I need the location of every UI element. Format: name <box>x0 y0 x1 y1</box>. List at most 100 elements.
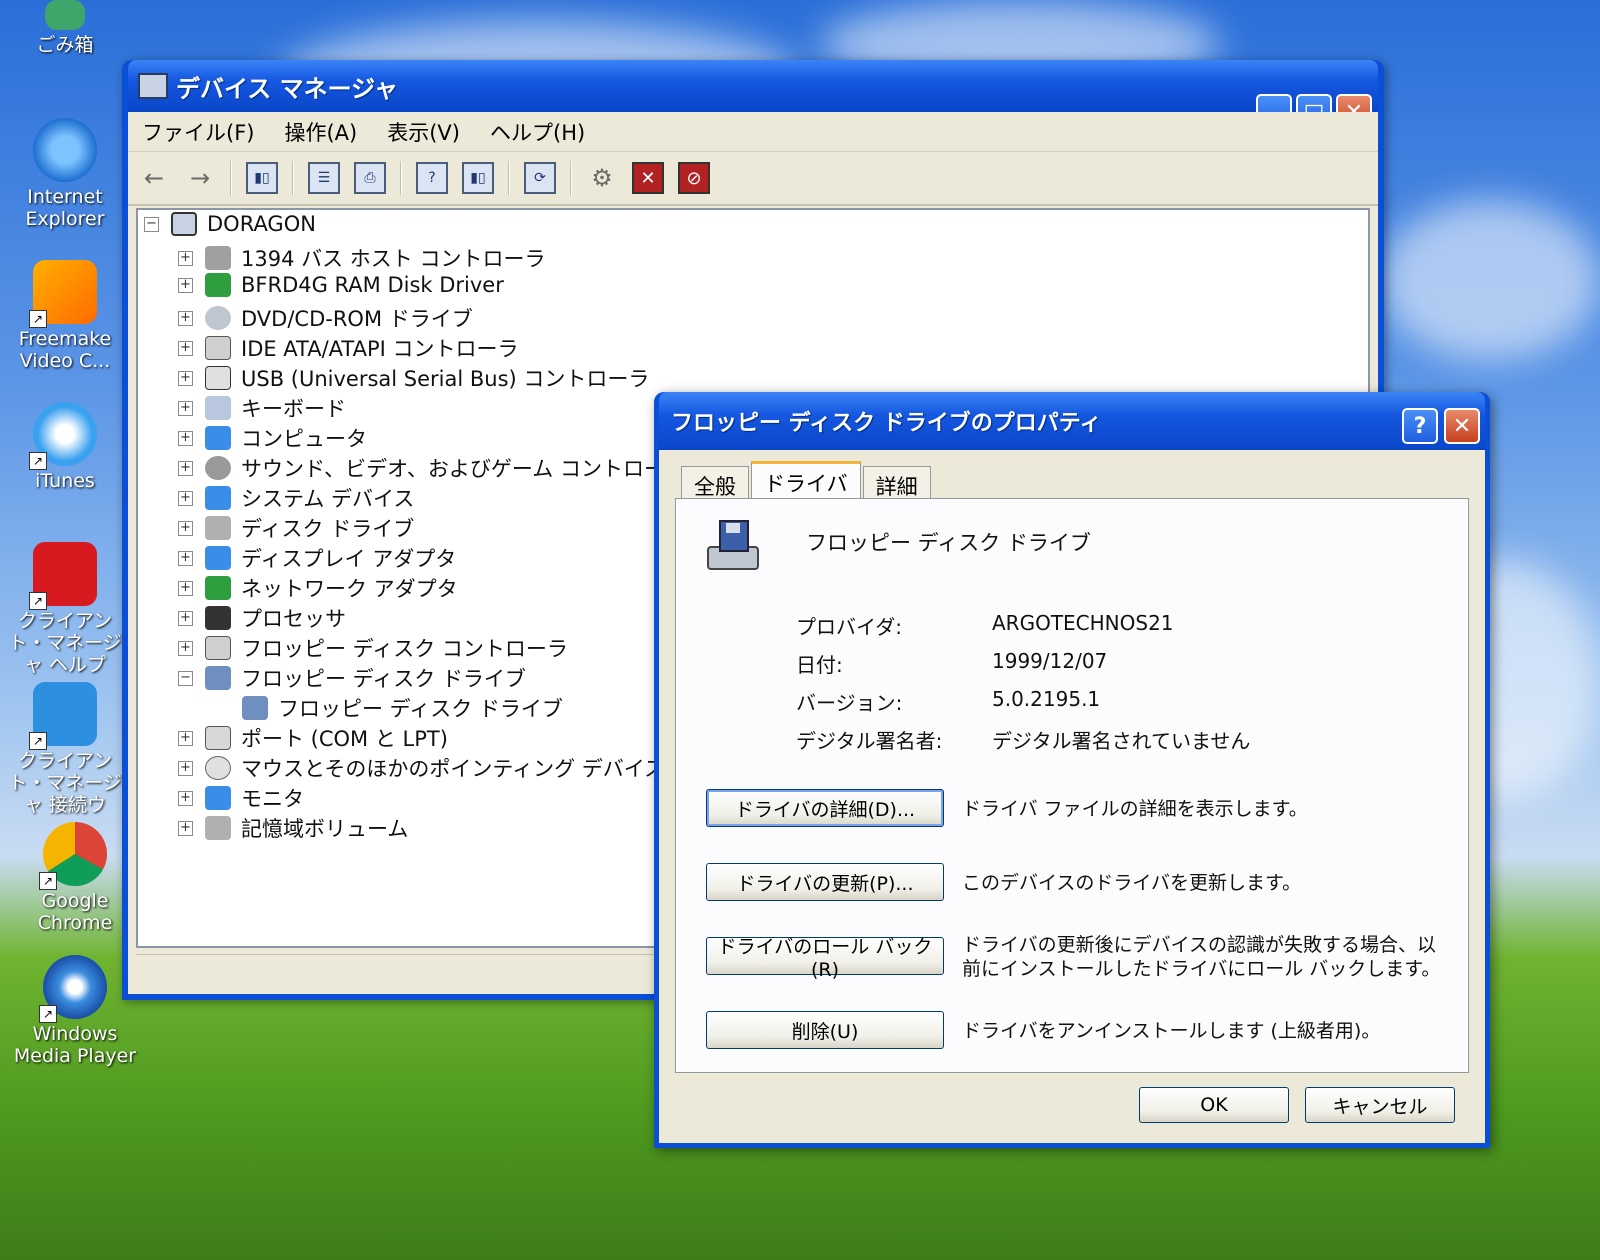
rollback-driver-button[interactable]: ドライバのロール バック(R) <box>706 936 944 981</box>
device-manager-icon <box>138 73 168 99</box>
tree-item[interactable]: − フロッピー ディスク ドライブ <box>178 663 526 693</box>
desktop-icon-label: クライアント・マネージャ ヘルプ <box>8 610 122 676</box>
dialog-titlebar[interactable]: フロッピー ディスク ドライブのプロパティ <box>659 392 1485 450</box>
expand-icon[interactable]: + <box>178 520 193 536</box>
rollback-driver-desc: ドライバの更新後にデバイスの認識が失敗する場合、以前にインストールしたドライバに… <box>962 934 1441 980</box>
tree-item[interactable]: + USB (Universal Serial Bus) コントローラ <box>178 363 649 393</box>
expand-icon[interactable]: + <box>178 430 193 446</box>
tree-item-label: フロッピー ディスク ドライブ <box>278 697 563 721</box>
expand-icon[interactable]: + <box>178 580 193 596</box>
forward-arrow-icon[interactable]: → <box>184 162 216 194</box>
expand-icon[interactable]: + <box>178 760 193 776</box>
desktop-icon-windows-media-player[interactable]: ↗ Windows Media Player <box>10 955 140 1067</box>
tree-root[interactable]: − DORAGON <box>144 212 316 236</box>
desktop-icon-client-manager-connect[interactable]: ↗ クライアント・マネージャ 接続ウ <box>0 682 130 816</box>
collapse-icon[interactable]: − <box>178 670 193 686</box>
date-value: 1999/12/07 <box>992 649 1108 673</box>
tree-item[interactable]: + DVD/CD-ROM ドライブ <box>178 303 473 333</box>
expand-icon[interactable]: + <box>178 340 193 356</box>
show-hide-tree-icon[interactable]: ▮▯ <box>246 162 278 194</box>
desktop-icon-internet-explorer[interactable]: Internet Explorer <box>0 118 130 230</box>
expand-icon[interactable]: + <box>178 820 193 836</box>
disable-icon[interactable]: ⊘ <box>678 162 710 194</box>
tree-item-label: ポート (COM と LPT) <box>241 727 448 751</box>
uninstall-button[interactable]: 削除(U) <box>706 1011 944 1049</box>
internet-explorer-icon <box>33 118 97 182</box>
network-adapter-icon <box>205 576 231 600</box>
properties-icon[interactable]: ☰ <box>308 162 340 194</box>
menu-action[interactable]: 操作(A) <box>284 117 357 147</box>
desktop-icon-label: iTunes <box>35 470 95 492</box>
tree-item[interactable]: + マウスとそのほかのポインティング デバイス <box>178 753 665 783</box>
dialog-title: フロッピー ディスク ドライブのプロパティ <box>671 411 1102 436</box>
expand-icon[interactable]: + <box>178 490 193 506</box>
floppy-drive-icon <box>707 520 759 570</box>
expand-icon[interactable]: + <box>178 550 193 566</box>
tree-item[interactable]: + コンピュータ <box>178 423 367 453</box>
tree-item[interactable]: + IDE ATA/ATAPI コントローラ <box>178 333 519 363</box>
tree-item[interactable]: + システム デバイス <box>178 483 414 513</box>
back-arrow-icon[interactable]: ← <box>138 162 170 194</box>
print-icon[interactable]: ⎙ <box>354 162 386 194</box>
desktop-icon-recycle-bin[interactable]: ごみ箱 <box>0 0 130 56</box>
tree-item-label: コンピュータ <box>241 427 367 451</box>
tab-driver[interactable]: ドライバ <box>751 461 861 501</box>
client-manager-help-icon: ↗ <box>29 542 97 610</box>
cancel-button[interactable]: キャンセル <box>1305 1087 1455 1123</box>
monitor-icon <box>205 786 231 810</box>
desktop-icon-label: Google Chrome <box>37 890 113 934</box>
processor-icon <box>205 606 231 630</box>
tree-item-label: DVD/CD-ROM ドライブ <box>241 307 473 331</box>
tree-item[interactable]: + ポート (COM と LPT) <box>178 723 448 753</box>
expand-icon[interactable]: + <box>178 277 193 293</box>
tree-item[interactable]: + BFRD4G RAM Disk Driver <box>178 273 504 297</box>
tree-item[interactable]: + キーボード <box>178 393 346 423</box>
expand-icon[interactable]: + <box>178 730 193 746</box>
help-button[interactable]: ? <box>1402 408 1438 444</box>
expand-icon[interactable]: + <box>178 310 193 326</box>
dialog-close-button[interactable]: ✕ <box>1444 408 1480 444</box>
expand-icon[interactable]: + <box>178 370 193 386</box>
expand-icon[interactable]: + <box>178 250 193 266</box>
tree-item[interactable]: + サウンド、ビデオ、およびゲーム コントローラ <box>178 453 686 483</box>
uninstall-icon[interactable]: ✕ <box>632 162 664 194</box>
windows-media-player-icon: ↗ <box>39 955 107 1023</box>
tree-item[interactable]: + ディスプレイ アダプタ <box>178 543 456 573</box>
tab-general[interactable]: 全般 <box>681 466 749 500</box>
ok-button[interactable]: OK <box>1139 1087 1289 1123</box>
expand-icon[interactable]: + <box>178 790 193 806</box>
tree-item[interactable]: + 記憶域ボリューム <box>178 813 408 843</box>
console-icon[interactable]: ▮▯ <box>462 162 494 194</box>
usb-icon <box>205 366 231 390</box>
desktop-icon-google-chrome[interactable]: ↗ Google Chrome <box>10 822 140 934</box>
tree-item[interactable]: + ディスク ドライブ <box>178 513 414 543</box>
update-driver-icon[interactable]: ⚙ <box>586 162 618 194</box>
menu-view[interactable]: 表示(V) <box>387 117 460 147</box>
desktop-icon-label: Windows Media Player <box>13 1023 137 1067</box>
desktop-icon-freemake[interactable]: ↗ Freemake Video C... <box>0 260 130 372</box>
help-icon[interactable]: ? <box>416 162 448 194</box>
tab-details[interactable]: 詳細 <box>862 466 931 500</box>
scan-hardware-icon[interactable]: ⟳ <box>524 162 556 194</box>
expand-icon[interactable]: + <box>178 610 193 626</box>
tree-item[interactable]: + プロセッサ <box>178 603 346 633</box>
desktop-icon-client-manager-help[interactable]: ↗ クライアント・マネージャ ヘルプ <box>0 542 130 676</box>
driver-details-button[interactable]: ドライバの詳細(D)... <box>706 789 944 827</box>
tree-item[interactable]: +1394 バス ホスト コントローラ <box>178 243 545 273</box>
expand-icon[interactable]: + <box>178 400 193 416</box>
tree-item[interactable]: + ネットワーク アダプタ <box>178 573 458 603</box>
device-manager-titlebar[interactable]: デバイス マネージャ <box>128 60 1378 112</box>
itunes-icon: ↗ <box>29 402 97 470</box>
tree-item[interactable]: + フロッピー ディスク コントローラ <box>178 633 568 663</box>
expand-icon[interactable]: + <box>178 640 193 656</box>
signer-value: デジタル署名されていません <box>992 729 1251 753</box>
tree-item-selected[interactable]: フロッピー ディスク ドライブ <box>242 693 563 723</box>
tree-item[interactable]: + モニタ <box>178 783 304 813</box>
update-driver-button[interactable]: ドライバの更新(P)... <box>706 863 944 901</box>
expand-icon[interactable]: + <box>178 460 193 476</box>
tree-item-label: 1394 バス ホスト コントローラ <box>241 247 546 271</box>
collapse-icon[interactable]: − <box>144 216 159 232</box>
menu-help[interactable]: ヘルプ(H) <box>490 117 585 147</box>
menu-file[interactable]: ファイル(F) <box>142 117 254 147</box>
desktop-icon-itunes[interactable]: ↗ iTunes <box>0 402 130 492</box>
